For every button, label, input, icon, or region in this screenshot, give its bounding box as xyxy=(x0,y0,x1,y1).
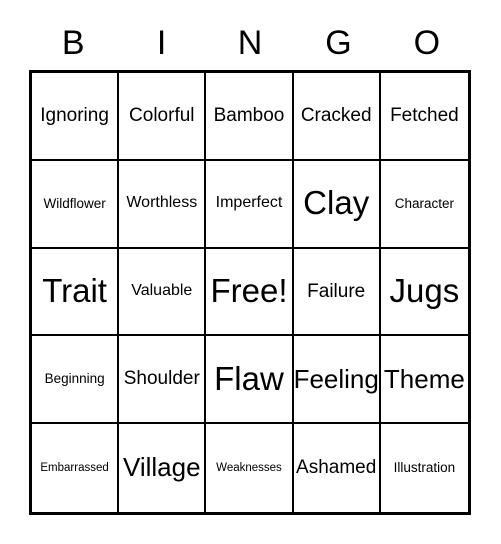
bingo-cell-label: Fetched xyxy=(390,104,459,126)
bingo-cell[interactable]: Valuable xyxy=(119,248,207,337)
header-letter-o: O xyxy=(413,24,441,62)
bingo-cell[interactable]: Imperfect xyxy=(206,160,294,249)
bingo-cell-label: Free! xyxy=(210,272,288,310)
bingo-cell[interactable]: Failure xyxy=(293,248,381,337)
bingo-cell[interactable]: Weaknesses xyxy=(206,424,294,512)
bingo-cell[interactable]: Ashamed xyxy=(293,424,381,512)
bingo-cell[interactable]: Illustration xyxy=(380,424,468,512)
header-letter-b: B xyxy=(61,24,85,62)
bingo-cell[interactable]: Colorful xyxy=(119,73,207,161)
bingo-cell-label: Feeling xyxy=(293,363,379,394)
bingo-cell-label: Imperfect xyxy=(215,194,283,212)
bingo-cell-label: Failure xyxy=(307,280,366,302)
bingo-cell[interactable]: Wildflower xyxy=(32,160,120,249)
bingo-cell-label: Beginning xyxy=(44,371,105,387)
bingo-cell-label: Flaw xyxy=(214,359,284,397)
bingo-cell-label: Character xyxy=(394,195,455,211)
bingo-cell-label: Bamboo xyxy=(213,104,285,126)
bingo-cell-label: Ignoring xyxy=(40,104,109,126)
bingo-cell-label: Cracked xyxy=(300,104,372,126)
bingo-cell[interactable]: Flaw xyxy=(206,336,294,425)
bingo-cell-label: Ashamed xyxy=(296,457,377,479)
bingo-card: B I N G O Ignoring Colorful Bamboo Crack… xyxy=(0,0,501,544)
bingo-cell[interactable]: Character xyxy=(380,160,468,249)
bingo-cell[interactable]: Fetched xyxy=(380,73,468,161)
bingo-cell-free[interactable]: Free! xyxy=(206,248,294,337)
bingo-cell[interactable]: Ignoring xyxy=(32,73,120,161)
header-letter-n: N xyxy=(237,24,263,62)
bingo-cell-label: Village xyxy=(122,452,201,483)
bingo-cell[interactable]: Clay xyxy=(293,160,381,249)
bingo-header: B I N G O xyxy=(29,18,471,68)
bingo-cell-label: Wildflower xyxy=(43,195,106,211)
bingo-cell-label: Theme xyxy=(383,363,465,394)
bingo-cell[interactable]: Worthless xyxy=(119,160,207,249)
header-letter-i: I xyxy=(156,24,167,62)
bingo-cell[interactable]: Beginning xyxy=(32,336,120,425)
bingo-cell[interactable]: Bamboo xyxy=(206,73,294,161)
bingo-cell[interactable]: Trait xyxy=(32,248,120,337)
bingo-cell-label: Trait xyxy=(42,272,107,310)
header-letter-g: G xyxy=(325,24,352,62)
bingo-cell[interactable]: Embarrassed xyxy=(32,424,120,512)
bingo-cell[interactable]: Cracked xyxy=(293,73,381,161)
bingo-cell[interactable]: Theme xyxy=(380,336,468,425)
bingo-cell[interactable]: Shoulder xyxy=(119,336,207,425)
bingo-cell-label: Valuable xyxy=(131,282,193,300)
bingo-cell[interactable]: Jugs xyxy=(380,248,468,337)
bingo-cell-label: Clay xyxy=(303,184,370,222)
bingo-cell-label: Worthless xyxy=(126,194,198,212)
bingo-cell[interactable]: Feeling xyxy=(293,336,381,425)
bingo-cell-label: Weaknesses xyxy=(216,462,282,475)
bingo-grid: Ignoring Colorful Bamboo Cracked Fetched… xyxy=(29,70,471,515)
bingo-cell-label: Jugs xyxy=(389,272,460,310)
bingo-cell-label: Embarrassed xyxy=(40,462,109,475)
bingo-cell-label: Shoulder xyxy=(123,368,200,390)
bingo-cell-label: Colorful xyxy=(129,104,195,126)
bingo-cell[interactable]: Village xyxy=(119,424,207,512)
bingo-cell-label: Illustration xyxy=(393,460,456,475)
